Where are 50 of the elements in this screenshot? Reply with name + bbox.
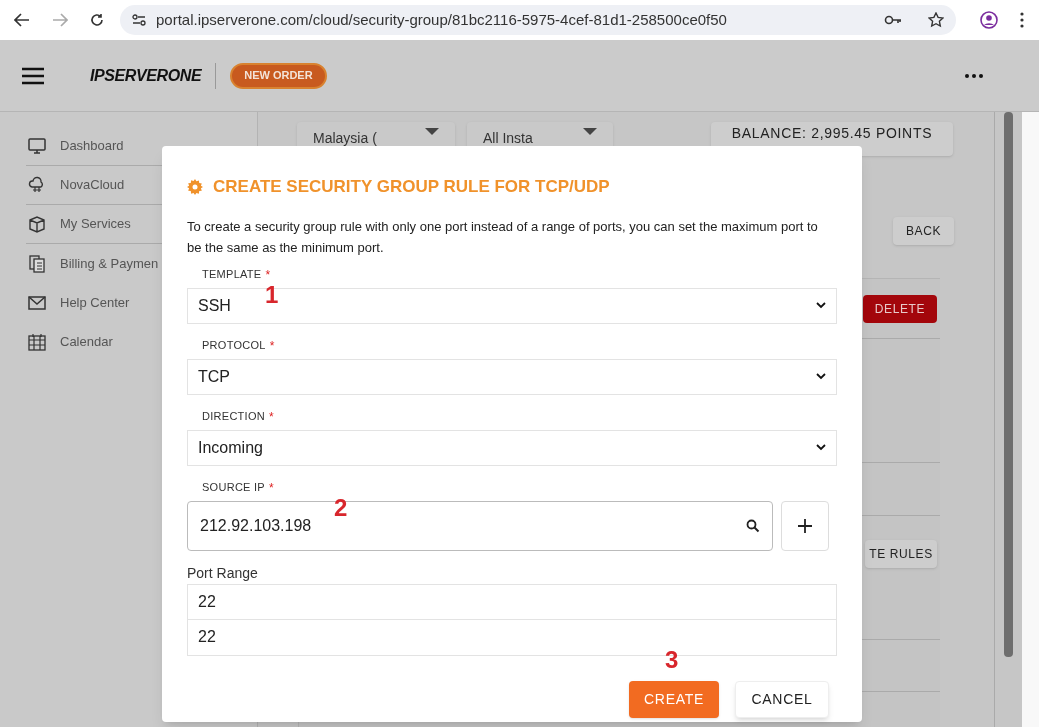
back-button[interactable]: BACK: [893, 217, 954, 245]
dropdown-arrow-icon: [583, 128, 597, 135]
dropdown-arrow-icon: [425, 128, 439, 135]
monitor-icon: [26, 136, 48, 156]
required-asterisk: *: [265, 266, 271, 284]
chevron-down-icon: [816, 444, 826, 451]
box-icon: [26, 214, 48, 234]
add-button[interactable]: [781, 500, 829, 551]
address-bar[interactable]: portal.ipserverone.com/cloud/security-group/81bc2116-5975-4cef-81d1-258500ce0f50: [120, 5, 956, 35]
field-label: PROTOCOL: [202, 338, 266, 354]
scrollbar-thumb[interactable]: [1004, 112, 1013, 657]
port-min-field[interactable]: 22: [187, 583, 837, 620]
receipt-icon: [26, 253, 48, 274]
sidebar-item[interactable]: Help Center: [60, 292, 130, 313]
sidebar-item[interactable]: NovaCloud: [60, 175, 125, 195]
select-field[interactable]: Incoming: [187, 429, 837, 466]
logo: IPSERVERONE: [90, 65, 202, 86]
required-asterisk: *: [269, 479, 274, 497]
field-label: Port Range: [187, 563, 258, 583]
dialog-description: To create a security group rule with only one port instead of a range of ports, you can set the maximum port to be the same as the minimum port.: [187, 217, 819, 257]
cancel-button[interactable]: CANCEL: [735, 680, 829, 718]
more-icon[interactable]: [965, 73, 983, 78]
reload-icon[interactable]: [90, 13, 104, 27]
plus-icon: [797, 517, 813, 534]
settings-icon: [187, 178, 203, 195]
key-icon[interactable]: [884, 15, 902, 25]
profile-icon[interactable]: [980, 11, 998, 29]
required-asterisk: *: [269, 408, 274, 426]
select-field[interactable]: TCP: [187, 358, 837, 395]
field-label: TEMPLATE: [202, 267, 262, 283]
rules-button[interactable]: TE RULES: [865, 540, 937, 568]
sidebar-item[interactable]: Dashboard: [60, 136, 124, 156]
site-settings-icon[interactable]: [132, 14, 146, 26]
sidebar-item[interactable]: My Services: [60, 214, 131, 234]
menu-icon[interactable]: [22, 66, 44, 85]
url-text: portal.ipserverone.com/cloud/security-group/81bc2116-5975-4cef-81d1-258500ce0f50: [156, 9, 728, 30]
star-icon[interactable]: [928, 12, 944, 28]
more-icon[interactable]: [1020, 12, 1024, 28]
sidebar-item[interactable]: Calendar: [60, 331, 113, 352]
search-icon: [746, 518, 760, 533]
back-icon[interactable]: [14, 13, 30, 27]
sidebar-item[interactable]: Billing & Paymen: [60, 253, 159, 274]
field-label: DIRECTION: [202, 409, 265, 425]
required-asterisk: *: [269, 337, 275, 355]
delete-button[interactable]: DELETE: [863, 295, 937, 323]
field-label: SOURCE IP: [202, 480, 265, 496]
dialog-title: CREATE SECURITY GROUP RULE FOR TCP/UDP: [213, 176, 610, 198]
chevron-down-icon: [816, 373, 826, 380]
chevron-down-icon: [816, 302, 826, 309]
calendar-icon: [26, 331, 48, 352]
